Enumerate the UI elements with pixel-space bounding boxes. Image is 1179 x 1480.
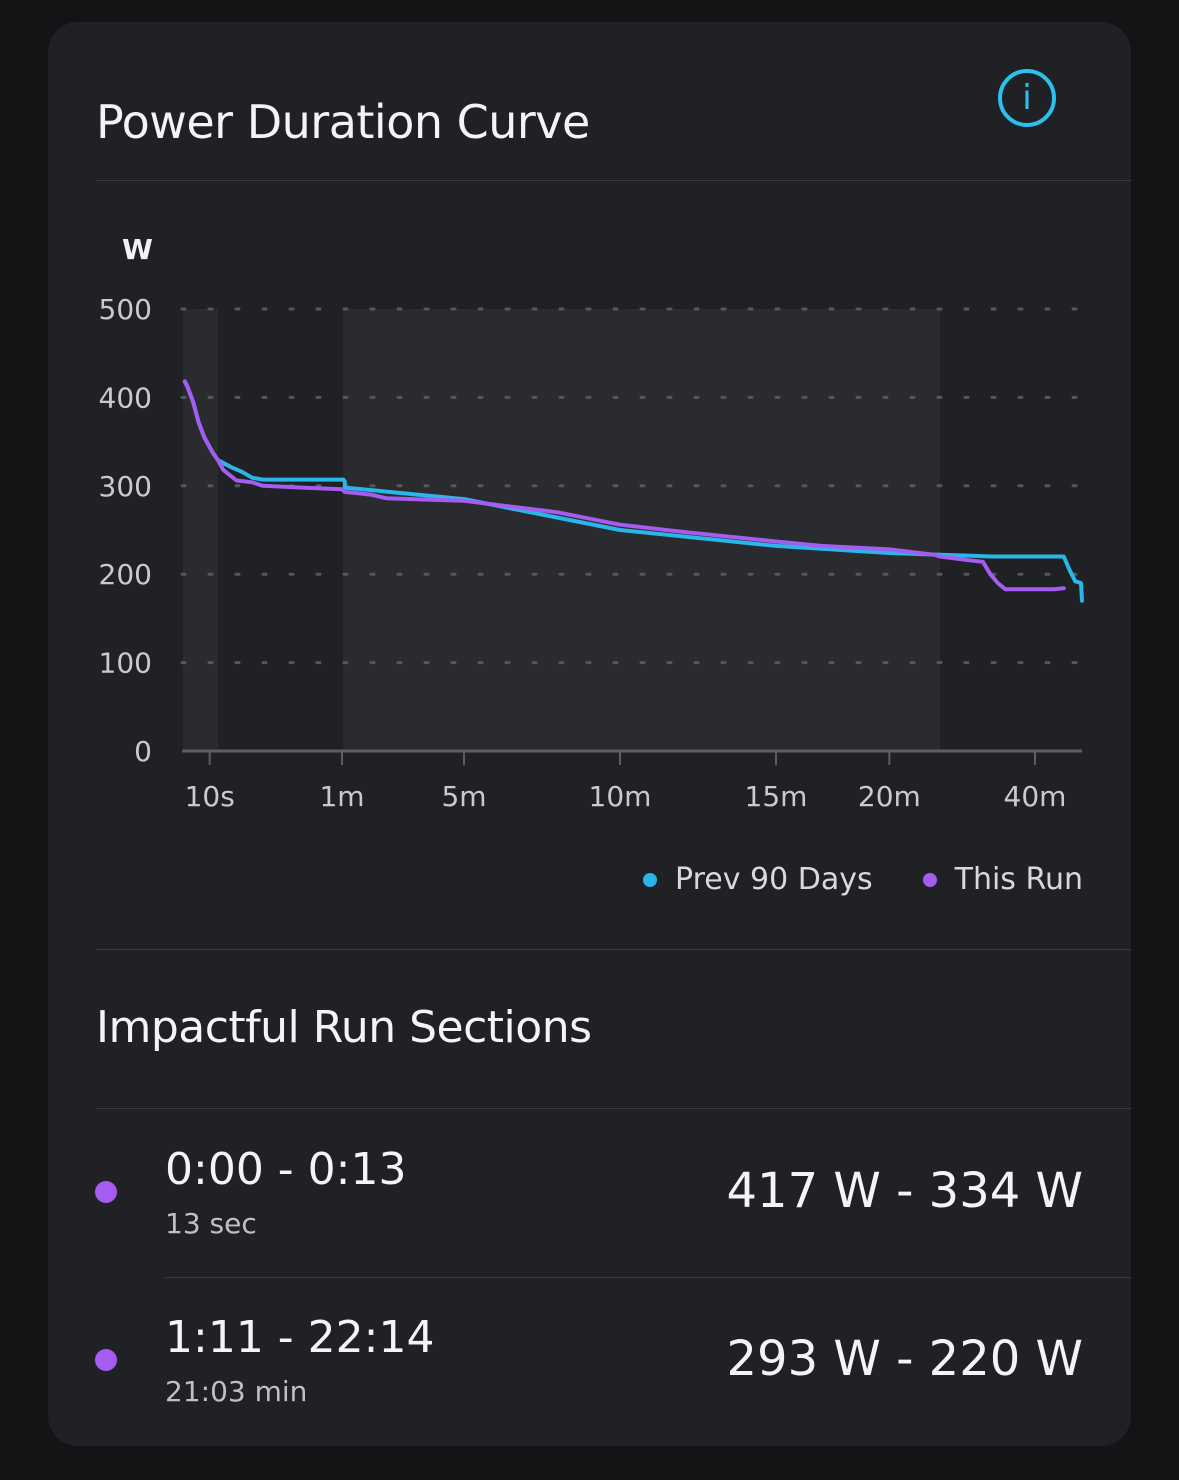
x-tick-label: 10s — [185, 780, 235, 813]
section-marker-dot — [95, 1181, 117, 1203]
legend-item-this-run[interactable]: This Run — [922, 862, 1083, 897]
x-tick-label: 20m — [858, 780, 921, 813]
y-tick-label: 300 — [99, 470, 152, 503]
x-tick-label: 40m — [1004, 780, 1067, 813]
legend-label-this-run: This Run — [954, 862, 1083, 897]
x-tick-label: 1m — [319, 780, 364, 813]
run-section-row[interactable]: 0:00 - 0:13 13 sec 417 W - 334 W — [48, 1109, 1131, 1277]
x-tick-label: 10m — [589, 780, 652, 813]
power-duration-card: Power Duration Curve i 0 100 200 300 400 500 … — [48, 22, 1131, 1446]
power-duration-chart[interactable]: 0 100 200 300 400 500 10s 1m 5m 10m 15m 20m 40m W — [48, 22, 1131, 842]
section-duration: 13 sec — [165, 1207, 257, 1240]
y-axis-unit-label: W — [122, 233, 153, 266]
section-power-range: 293 W - 220 W — [726, 1331, 1083, 1387]
legend-dot-prev-90-days — [643, 872, 658, 887]
y-tick-label: 400 — [99, 381, 152, 414]
legend-label-prev-90-days: Prev 90 Days — [675, 862, 873, 897]
section-power-range: 417 W - 334 W — [726, 1163, 1083, 1219]
legend-dot-this-run — [922, 872, 937, 887]
run-section-row[interactable]: 1:11 - 22:14 21:03 min 293 W - 220 W — [48, 1278, 1131, 1446]
highlight-band-1 — [182, 309, 218, 751]
y-tick-label: 200 — [99, 558, 152, 591]
legend-item-prev-90-days[interactable]: Prev 90 Days — [643, 862, 873, 897]
y-tick-label: 500 — [99, 293, 152, 326]
section-title: Impactful Run Sections — [96, 1002, 592, 1053]
x-tick-label: 5m — [441, 780, 486, 813]
chart-divider — [96, 949, 1131, 950]
x-tick-label: 15m — [745, 780, 808, 813]
section-marker-dot — [95, 1349, 117, 1371]
y-tick-label: 100 — [99, 647, 152, 680]
chart-legend: Prev 90 Days This Run — [643, 862, 1083, 897]
section-time-range: 0:00 - 0:13 — [165, 1144, 407, 1195]
section-time-range: 1:11 - 22:14 — [165, 1312, 435, 1363]
y-tick-label: 0 — [134, 735, 152, 768]
section-duration: 21:03 min — [165, 1375, 308, 1408]
highlight-band-2 — [343, 309, 940, 751]
